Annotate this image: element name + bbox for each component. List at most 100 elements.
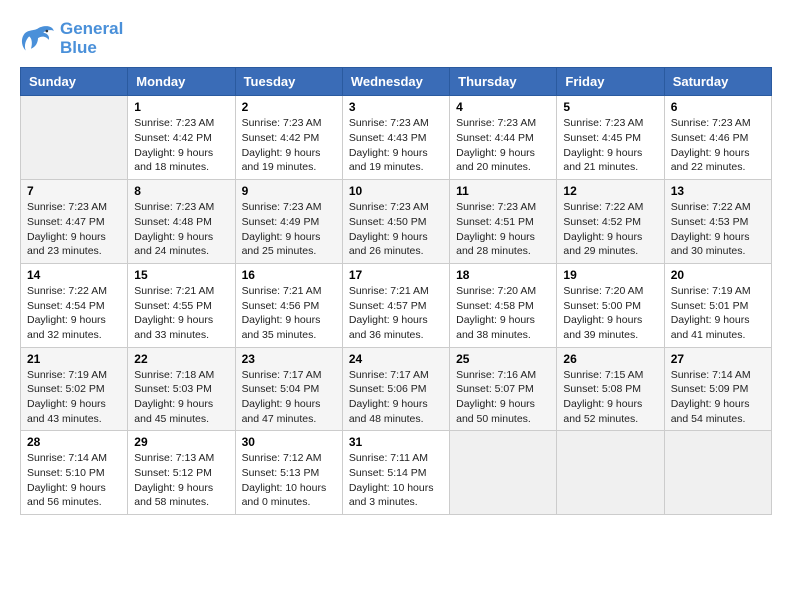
calendar-cell <box>450 431 557 515</box>
calendar-cell: 29 Sunrise: 7:13 AMSunset: 5:12 PMDayligh… <box>128 431 235 515</box>
day-info: Sunrise: 7:17 AMSunset: 5:06 PMDaylight:… <box>349 368 443 427</box>
week-row-2: 7Sunrise: 7:23 AMSunset: 4:47 PMDaylight… <box>21 180 772 264</box>
day-number: 23 <box>242 352 336 366</box>
day-number: 20 <box>671 268 765 282</box>
day-number: 17 <box>349 268 443 282</box>
weekday-header-wednesday: Wednesday <box>342 68 449 96</box>
weekday-header-monday: Monday <box>128 68 235 96</box>
header: General Blue <box>20 20 772 57</box>
calendar-cell: 18 Sunrise: 7:20 AMSunset: 4:58 PMDayligh… <box>450 263 557 347</box>
day-number: 4 <box>456 100 550 114</box>
calendar-cell: 3Sunrise: 7:23 AMSunset: 4:43 PMDaylight… <box>342 96 449 180</box>
weekday-row: SundayMondayTuesdayWednesdayThursdayFrid… <box>21 68 772 96</box>
calendar-cell: 17 Sunrise: 7:21 AMSunset: 4:57 PMDayligh… <box>342 263 449 347</box>
calendar-cell: 31 Sunrise: 7:11 AMSunset: 5:14 PMDayligh… <box>342 431 449 515</box>
day-info: Sunrise: 7:20 AMSunset: 5:00 PMDaylight:… <box>563 284 657 343</box>
day-number: 13 <box>671 184 765 198</box>
calendar-cell <box>21 96 128 180</box>
weekday-header-sunday: Sunday <box>21 68 128 96</box>
calendar-cell: 13 Sunrise: 7:22 AMSunset: 4:53 PMDayligh… <box>664 180 771 264</box>
day-info: Sunrise: 7:21 AMSunset: 4:57 PMDaylight:… <box>349 284 443 343</box>
calendar-cell: 2 Sunrise: 7:23 AMSunset: 4:42 PMDaylight… <box>235 96 342 180</box>
calendar-cell: 8 Sunrise: 7:23 AMSunset: 4:48 PMDaylight… <box>128 180 235 264</box>
day-number: 25 <box>456 352 550 366</box>
day-number: 30 <box>242 435 336 449</box>
calendar-cell: 15Sunrise: 7:21 AMSunset: 4:55 PMDayligh… <box>128 263 235 347</box>
calendar-cell: 21Sunrise: 7:19 AMSunset: 5:02 PMDayligh… <box>21 347 128 431</box>
day-number: 18 <box>456 268 550 282</box>
calendar-table: SundayMondayTuesdayWednesdayThursdayFrid… <box>20 67 772 515</box>
calendar-cell: 5 Sunrise: 7:23 AMSunset: 4:45 PMDaylight… <box>557 96 664 180</box>
day-info: Sunrise: 7:17 AMSunset: 5:04 PMDaylight:… <box>242 368 336 427</box>
day-info: Sunrise: 7:23 AMSunset: 4:42 PMDaylight:… <box>242 116 336 175</box>
week-row-1: 1 Sunrise: 7:23 AMSunset: 4:42 PMDaylight… <box>21 96 772 180</box>
day-info: Sunrise: 7:12 AMSunset: 5:13 PMDaylight:… <box>242 451 336 510</box>
day-info: Sunrise: 7:20 AMSunset: 4:58 PMDaylight:… <box>456 284 550 343</box>
calendar-cell: 16 Sunrise: 7:21 AMSunset: 4:56 PMDayligh… <box>235 263 342 347</box>
day-number: 2 <box>242 100 336 114</box>
calendar-cell: 11Sunrise: 7:23 AMSunset: 4:51 PMDayligh… <box>450 180 557 264</box>
day-number: 24 <box>349 352 443 366</box>
day-info: Sunrise: 7:21 AMSunset: 4:56 PMDaylight:… <box>242 284 336 343</box>
day-info: Sunrise: 7:23 AMSunset: 4:45 PMDaylight:… <box>563 116 657 175</box>
day-info: Sunrise: 7:14 AMSunset: 5:09 PMDaylight:… <box>671 368 765 427</box>
day-info: Sunrise: 7:23 AMSunset: 4:51 PMDaylight:… <box>456 200 550 259</box>
day-info: Sunrise: 7:23 AMSunset: 4:44 PMDaylight:… <box>456 116 550 175</box>
day-number: 6 <box>671 100 765 114</box>
day-info: Sunrise: 7:21 AMSunset: 4:55 PMDaylight:… <box>134 284 228 343</box>
calendar-cell: 9 Sunrise: 7:23 AMSunset: 4:49 PMDaylight… <box>235 180 342 264</box>
week-row-5: 28 Sunrise: 7:14 AMSunset: 5:10 PMDayligh… <box>21 431 772 515</box>
day-info: Sunrise: 7:22 AMSunset: 4:52 PMDaylight:… <box>563 200 657 259</box>
day-info: Sunrise: 7:23 AMSunset: 4:42 PMDaylight:… <box>134 116 228 175</box>
calendar-body: 1 Sunrise: 7:23 AMSunset: 4:42 PMDaylight… <box>21 96 772 515</box>
weekday-header-friday: Friday <box>557 68 664 96</box>
day-number: 9 <box>242 184 336 198</box>
day-number: 22 <box>134 352 228 366</box>
calendar-cell: 22 Sunrise: 7:18 AMSunset: 5:03 PMDayligh… <box>128 347 235 431</box>
weekday-header-thursday: Thursday <box>450 68 557 96</box>
day-info: Sunrise: 7:13 AMSunset: 5:12 PMDaylight:… <box>134 451 228 510</box>
day-number: 29 <box>134 435 228 449</box>
day-number: 8 <box>134 184 228 198</box>
day-info: Sunrise: 7:18 AMSunset: 5:03 PMDaylight:… <box>134 368 228 427</box>
weekday-header-saturday: Saturday <box>664 68 771 96</box>
calendar-cell: 19 Sunrise: 7:20 AMSunset: 5:00 PMDayligh… <box>557 263 664 347</box>
day-number: 14 <box>27 268 121 282</box>
day-number: 16 <box>242 268 336 282</box>
week-row-3: 14Sunrise: 7:22 AMSunset: 4:54 PMDayligh… <box>21 263 772 347</box>
logo-icon <box>20 24 56 54</box>
day-number: 1 <box>134 100 228 114</box>
calendar-cell: 30 Sunrise: 7:12 AMSunset: 5:13 PMDayligh… <box>235 431 342 515</box>
weekday-header-tuesday: Tuesday <box>235 68 342 96</box>
day-number: 10 <box>349 184 443 198</box>
day-number: 7 <box>27 184 121 198</box>
day-info: Sunrise: 7:19 AMSunset: 5:01 PMDaylight:… <box>671 284 765 343</box>
logo-text: General Blue <box>60 20 123 57</box>
day-info: Sunrise: 7:16 AMSunset: 5:07 PMDaylight:… <box>456 368 550 427</box>
calendar-cell: 27 Sunrise: 7:14 AMSunset: 5:09 PMDayligh… <box>664 347 771 431</box>
calendar-cell: 25 Sunrise: 7:16 AMSunset: 5:07 PMDayligh… <box>450 347 557 431</box>
day-info: Sunrise: 7:23 AMSunset: 4:50 PMDaylight:… <box>349 200 443 259</box>
day-info: Sunrise: 7:11 AMSunset: 5:14 PMDaylight:… <box>349 451 443 510</box>
day-info: Sunrise: 7:15 AMSunset: 5:08 PMDaylight:… <box>563 368 657 427</box>
day-number: 31 <box>349 435 443 449</box>
day-info: Sunrise: 7:23 AMSunset: 4:49 PMDaylight:… <box>242 200 336 259</box>
calendar-cell: 20 Sunrise: 7:19 AMSunset: 5:01 PMDayligh… <box>664 263 771 347</box>
calendar-cell: 10 Sunrise: 7:23 AMSunset: 4:50 PMDayligh… <box>342 180 449 264</box>
day-number: 5 <box>563 100 657 114</box>
calendar-cell: 1 Sunrise: 7:23 AMSunset: 4:42 PMDaylight… <box>128 96 235 180</box>
day-info: Sunrise: 7:22 AMSunset: 4:53 PMDaylight:… <box>671 200 765 259</box>
day-info: Sunrise: 7:23 AMSunset: 4:48 PMDaylight:… <box>134 200 228 259</box>
logo: General Blue <box>20 20 123 57</box>
calendar-cell: 24 Sunrise: 7:17 AMSunset: 5:06 PMDayligh… <box>342 347 449 431</box>
day-number: 27 <box>671 352 765 366</box>
week-row-4: 21Sunrise: 7:19 AMSunset: 5:02 PMDayligh… <box>21 347 772 431</box>
calendar-cell <box>664 431 771 515</box>
day-info: Sunrise: 7:14 AMSunset: 5:10 PMDaylight:… <box>27 451 121 510</box>
calendar-cell: 12Sunrise: 7:22 AMSunset: 4:52 PMDayligh… <box>557 180 664 264</box>
calendar-cell: 14Sunrise: 7:22 AMSunset: 4:54 PMDayligh… <box>21 263 128 347</box>
day-number: 19 <box>563 268 657 282</box>
calendar-cell: 4 Sunrise: 7:23 AMSunset: 4:44 PMDaylight… <box>450 96 557 180</box>
calendar-cell: 6Sunrise: 7:23 AMSunset: 4:46 PMDaylight… <box>664 96 771 180</box>
day-number: 28 <box>27 435 121 449</box>
